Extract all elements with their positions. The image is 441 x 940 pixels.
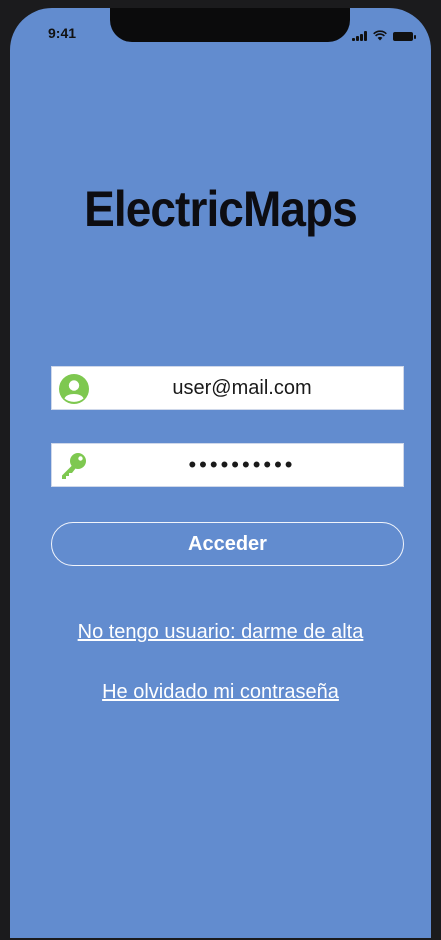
status-icons <box>352 30 416 41</box>
password-input[interactable] <box>102 444 382 486</box>
app-title: ElectricMaps <box>84 181 358 237</box>
device-notch <box>110 8 350 42</box>
login-button[interactable]: Acceder <box>51 522 404 566</box>
battery-icon <box>393 32 416 41</box>
phone-screen: 9:41 ElectricMaps Acceder No tengo usuar… <box>10 8 431 938</box>
forgot-password-link[interactable]: He olvidado mi contraseña <box>10 681 431 704</box>
status-time: 9:41 <box>48 25 77 41</box>
key-icon <box>62 453 86 479</box>
password-field[interactable] <box>51 443 404 487</box>
register-link[interactable]: No tengo usuario: darme de alta <box>10 621 431 644</box>
user-circle-icon <box>59 374 89 404</box>
cellular-signal-icon <box>352 31 367 41</box>
email-field[interactable] <box>51 366 404 410</box>
email-input[interactable] <box>102 367 382 409</box>
wifi-icon <box>373 30 387 41</box>
